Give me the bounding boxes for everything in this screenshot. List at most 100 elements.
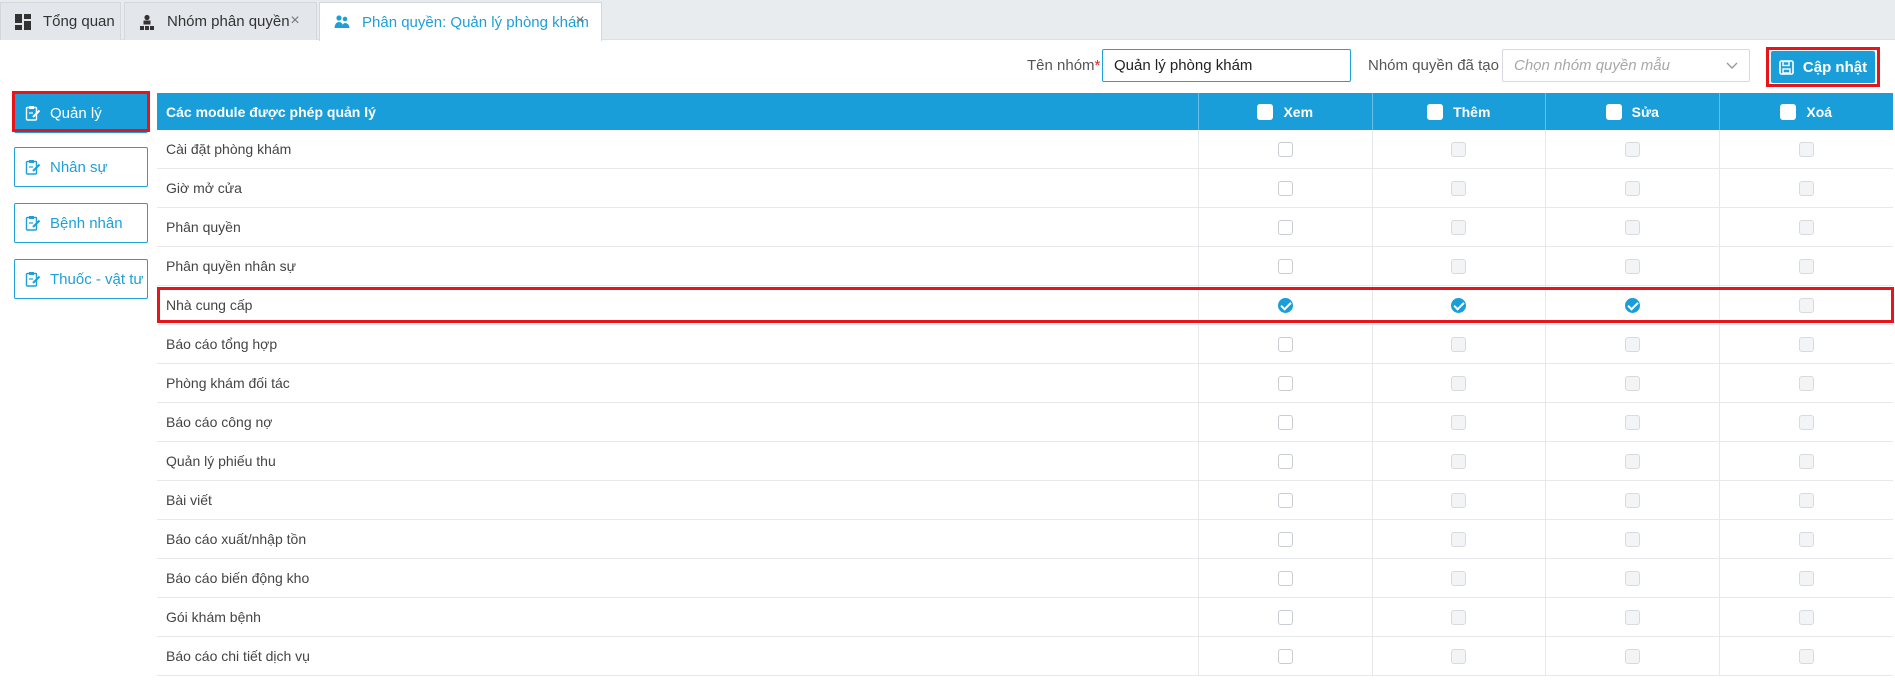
edit-permission-checkbox[interactable] <box>1624 570 1640 586</box>
add-permission-checkbox[interactable] <box>1451 453 1467 469</box>
add-permission-checkbox[interactable] <box>1451 609 1467 625</box>
delete-cell <box>1720 130 1894 168</box>
add-permission-checkbox[interactable] <box>1451 219 1467 235</box>
edit-cell <box>1546 208 1720 246</box>
add-permission-checkbox[interactable] <box>1451 258 1467 274</box>
add-permission-checkbox[interactable] <box>1451 297 1467 313</box>
table-row: Báo cáo biến động kho <box>157 559 1893 598</box>
tab-permission-groups[interactable]: Nhóm phân quyền × <box>124 2 317 40</box>
delete-permission-checkbox[interactable] <box>1798 375 1814 391</box>
delete-permission-checkbox[interactable] <box>1798 414 1814 430</box>
tab-label: Tổng quan <box>43 13 115 30</box>
delete-permission-checkbox[interactable] <box>1798 648 1814 664</box>
close-icon[interactable]: × <box>288 13 302 29</box>
edit-permission-checkbox[interactable] <box>1624 531 1640 547</box>
view-permission-checkbox[interactable] <box>1277 414 1293 430</box>
add-permission-checkbox[interactable] <box>1451 375 1467 391</box>
add-permission-checkbox[interactable] <box>1451 570 1467 586</box>
add-permission-checkbox[interactable] <box>1451 492 1467 508</box>
view-cell <box>1199 208 1373 246</box>
delete-cell <box>1720 208 1894 246</box>
edit-cell <box>1546 169 1720 207</box>
dashboard-icon <box>15 13 31 30</box>
edit-cell <box>1546 130 1720 168</box>
add-permission-checkbox[interactable] <box>1451 141 1467 157</box>
edit-permission-checkbox[interactable] <box>1624 336 1640 352</box>
nav-item-management[interactable]: Quản lý <box>14 93 148 133</box>
edit-cell <box>1546 403 1720 441</box>
group-name-label: Tên nhóm* <box>1027 57 1101 74</box>
add-permission-checkbox[interactable] <box>1451 414 1467 430</box>
view-permission-checkbox[interactable] <box>1277 180 1293 196</box>
template-label: Nhóm quyền đã tạo : <box>1368 57 1508 74</box>
delete-permission-checkbox[interactable] <box>1798 297 1814 313</box>
delete-cell <box>1720 247 1894 285</box>
delete-permission-checkbox[interactable] <box>1798 531 1814 547</box>
delete-permission-checkbox[interactable] <box>1798 180 1814 196</box>
delete-cell <box>1720 442 1894 480</box>
module-name: Nhà cung cấp <box>157 286 1199 324</box>
view-permission-checkbox[interactable] <box>1277 141 1293 157</box>
view-permission-checkbox[interactable] <box>1277 258 1293 274</box>
delete-cell <box>1720 481 1894 519</box>
view-permission-checkbox[interactable] <box>1277 648 1293 664</box>
edit-permission-checkbox[interactable] <box>1624 297 1640 313</box>
edit-permission-checkbox[interactable] <box>1624 180 1640 196</box>
select-all-add-checkbox[interactable] <box>1427 103 1444 120</box>
view-cell <box>1199 481 1373 519</box>
delete-permission-checkbox[interactable] <box>1798 570 1814 586</box>
tab-permission-detail[interactable]: Phân quyền: Quản lý phòng khám × <box>319 2 602 41</box>
template-select[interactable]: Chọn nhóm quyền mẫu <box>1502 49 1750 82</box>
edit-cell <box>1546 286 1720 324</box>
edit-permission-checkbox[interactable] <box>1624 492 1640 508</box>
add-cell <box>1373 130 1546 168</box>
add-permission-checkbox[interactable] <box>1451 336 1467 352</box>
select-all-edit-checkbox[interactable] <box>1605 103 1622 120</box>
delete-permission-checkbox[interactable] <box>1798 258 1814 274</box>
delete-permission-checkbox[interactable] <box>1798 492 1814 508</box>
add-cell <box>1373 364 1546 402</box>
module-name: Báo cáo xuất/nhập tồn <box>157 520 1199 558</box>
view-permission-checkbox[interactable] <box>1277 492 1293 508</box>
add-permission-checkbox[interactable] <box>1451 531 1467 547</box>
delete-permission-checkbox[interactable] <box>1798 453 1814 469</box>
update-button[interactable]: Cập nhật <box>1771 51 1875 83</box>
table-row: Giờ mở cửa <box>157 169 1893 208</box>
delete-permission-checkbox[interactable] <box>1798 219 1814 235</box>
close-icon[interactable]: × <box>573 13 587 29</box>
edit-permission-checkbox[interactable] <box>1624 258 1640 274</box>
edit-permission-checkbox[interactable] <box>1624 141 1640 157</box>
edit-permission-checkbox[interactable] <box>1624 648 1640 664</box>
view-permission-checkbox[interactable] <box>1277 336 1293 352</box>
add-cell <box>1373 325 1546 363</box>
select-all-delete-checkbox[interactable] <box>1780 103 1797 120</box>
tab-overview[interactable]: Tổng quan <box>0 2 121 40</box>
delete-permission-checkbox[interactable] <box>1798 609 1814 625</box>
nav-item-staff[interactable]: Nhân sự <box>14 147 148 187</box>
view-permission-checkbox[interactable] <box>1277 531 1293 547</box>
view-permission-checkbox[interactable] <box>1277 375 1293 391</box>
add-cell <box>1373 520 1546 558</box>
edit-permission-checkbox[interactable] <box>1624 453 1640 469</box>
view-permission-checkbox[interactable] <box>1277 570 1293 586</box>
nav-item-medicine-supplies[interactable]: Thuốc - vật tư <box>14 259 148 299</box>
delete-permission-checkbox[interactable] <box>1798 141 1814 157</box>
view-cell <box>1199 325 1373 363</box>
edit-cell <box>1546 559 1720 597</box>
add-permission-checkbox[interactable] <box>1451 180 1467 196</box>
view-permission-checkbox[interactable] <box>1277 297 1293 313</box>
select-all-view-checkbox[interactable] <box>1257 103 1274 120</box>
group-name-input[interactable]: Quản lý phòng khám <box>1102 49 1351 82</box>
edit-permission-checkbox[interactable] <box>1624 414 1640 430</box>
edit-permission-checkbox[interactable] <box>1624 219 1640 235</box>
view-permission-checkbox[interactable] <box>1277 219 1293 235</box>
table-row: Báo cáo công nợ <box>157 403 1893 442</box>
view-permission-checkbox[interactable] <box>1277 453 1293 469</box>
chevron-down-icon <box>1725 58 1739 72</box>
add-permission-checkbox[interactable] <box>1451 648 1467 664</box>
view-permission-checkbox[interactable] <box>1277 609 1293 625</box>
delete-permission-checkbox[interactable] <box>1798 336 1814 352</box>
edit-permission-checkbox[interactable] <box>1624 609 1640 625</box>
nav-item-patients[interactable]: Bệnh nhân <box>14 203 148 243</box>
edit-permission-checkbox[interactable] <box>1624 375 1640 391</box>
